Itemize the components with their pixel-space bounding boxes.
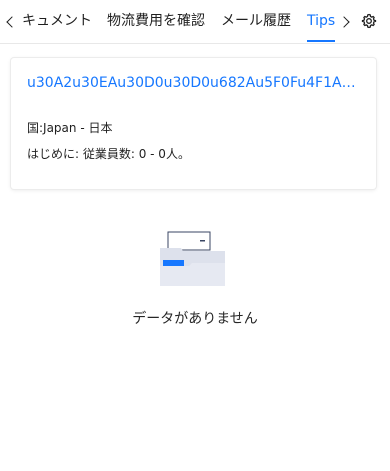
tab-list: キュメント 物流費用を確認 メール履歴 Tips [14, 0, 336, 43]
tab-logistics-cost[interactable]: 物流費用を確認 [107, 0, 205, 43]
tab-tips[interactable]: Tips [307, 0, 335, 43]
tab-scroll-next-button[interactable] [336, 0, 356, 43]
chevron-left-icon [6, 15, 18, 28]
empty-state [0, 226, 390, 294]
empty-state-text: データがありません [132, 311, 258, 327]
intro-text: はじめに: 従業員数: 0 - 0人。 [27, 147, 190, 161]
gear-icon [361, 13, 377, 29]
settings-button[interactable] [358, 10, 380, 32]
tab-bar: キュメント 物流費用を確認 メール履歴 Tips [0, 0, 390, 44]
company-card: u30A2u30EAu30D0u30D0u682Au5F0Fu4F1Au793E… [11, 58, 376, 189]
chevron-right-icon [338, 15, 350, 28]
active-tab-indicator [307, 40, 335, 42]
country-text: 国:Japan - 日本 [27, 121, 113, 135]
tab-mail-history[interactable]: メール履歴 [221, 0, 291, 43]
tab-documents[interactable]: キュメント [22, 0, 92, 43]
empty-folder-icon [160, 231, 225, 286]
tab-scroll-prev-button[interactable] [0, 0, 20, 43]
company-name-link[interactable]: u30A2u30EAu30D0u30D0u682Au5F0Fu4F1Au793E [27, 75, 361, 91]
